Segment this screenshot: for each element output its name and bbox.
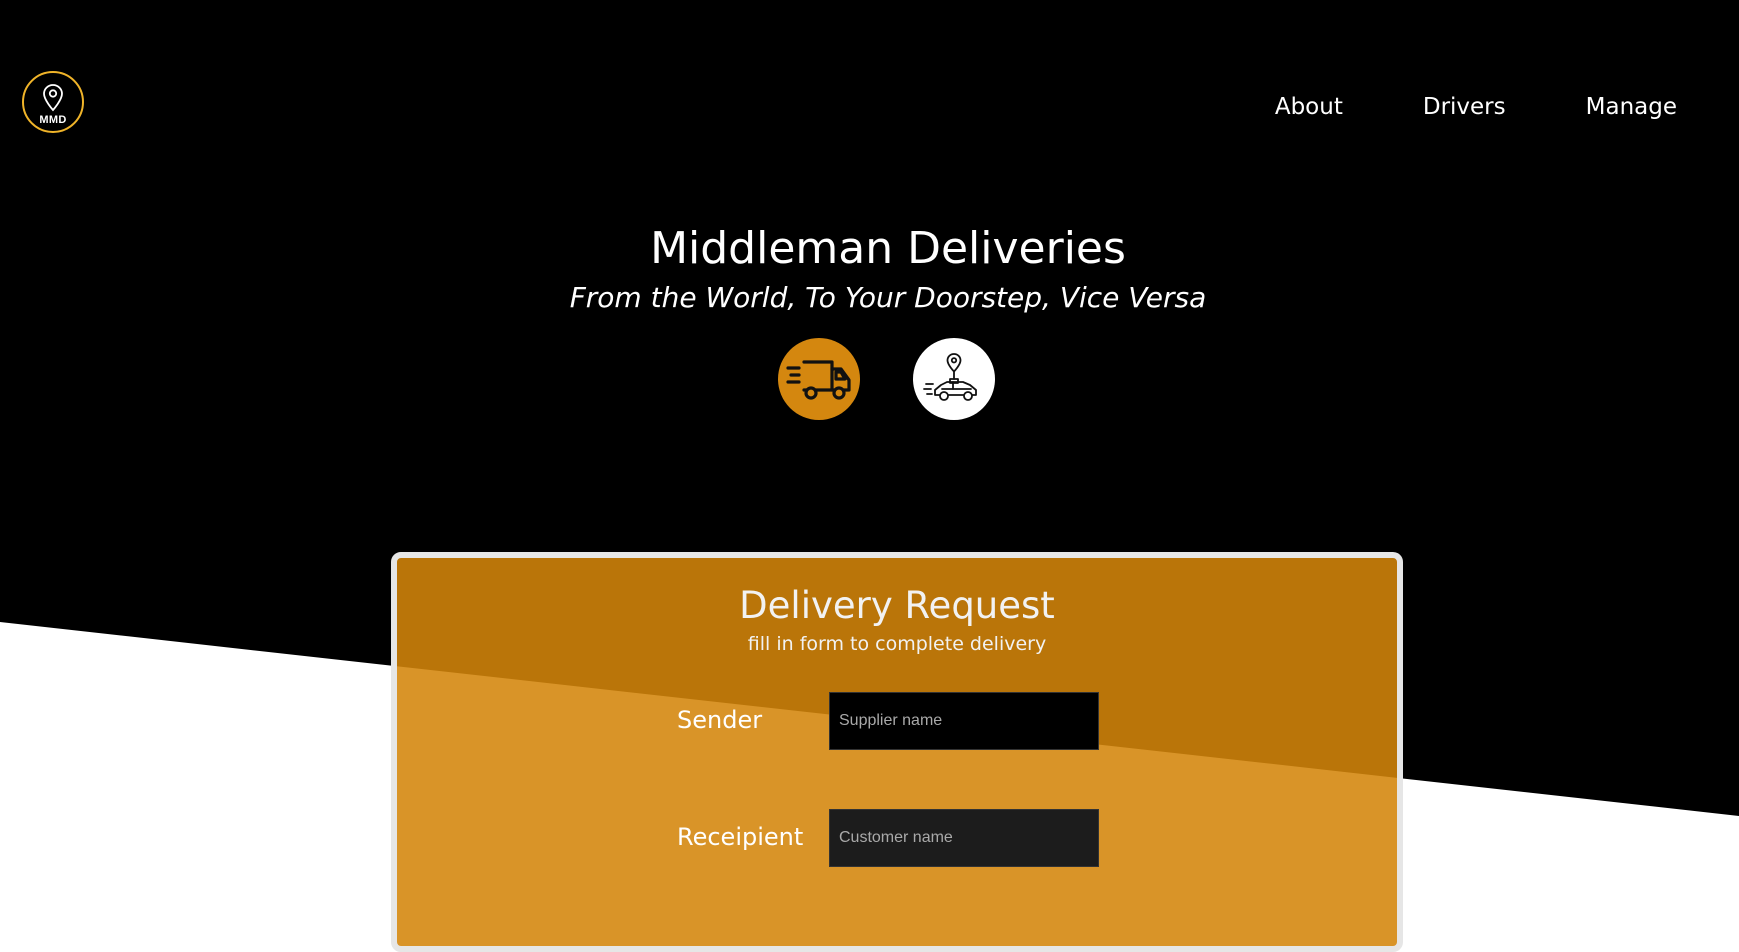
taxi-location-icon (923, 353, 977, 401)
form-subtitle: fill in form to complete delivery (747, 633, 1047, 655)
mmd-logo[interactable]: MMD (22, 71, 84, 133)
form-title: Delivery Request (739, 584, 1055, 627)
delivery-request-form: Delivery Request fill in form to complet… (391, 552, 1403, 952)
nav-about-link[interactable]: About (1275, 88, 1343, 126)
sender-input[interactable] (829, 692, 1099, 750)
logo-text: MMD (39, 113, 67, 126)
main-nav: About Drivers Manage (1275, 88, 1677, 126)
location-pin-icon (43, 83, 63, 111)
page-tagline: From the World, To Your Doorstep, Vice V… (569, 281, 1207, 314)
recipient-label: Receipient (677, 823, 804, 851)
taxi-tracking-button[interactable] (913, 338, 995, 420)
nav-manage-link[interactable]: Manage (1586, 88, 1677, 126)
page-title: Middleman Deliveries (650, 223, 1126, 274)
recipient-input[interactable] (829, 809, 1099, 867)
nav-drivers-link[interactable]: Drivers (1423, 88, 1506, 126)
delivery-truck-button[interactable] (778, 338, 860, 420)
delivery-truck-icon (786, 360, 851, 400)
sender-label: Sender (677, 706, 763, 734)
